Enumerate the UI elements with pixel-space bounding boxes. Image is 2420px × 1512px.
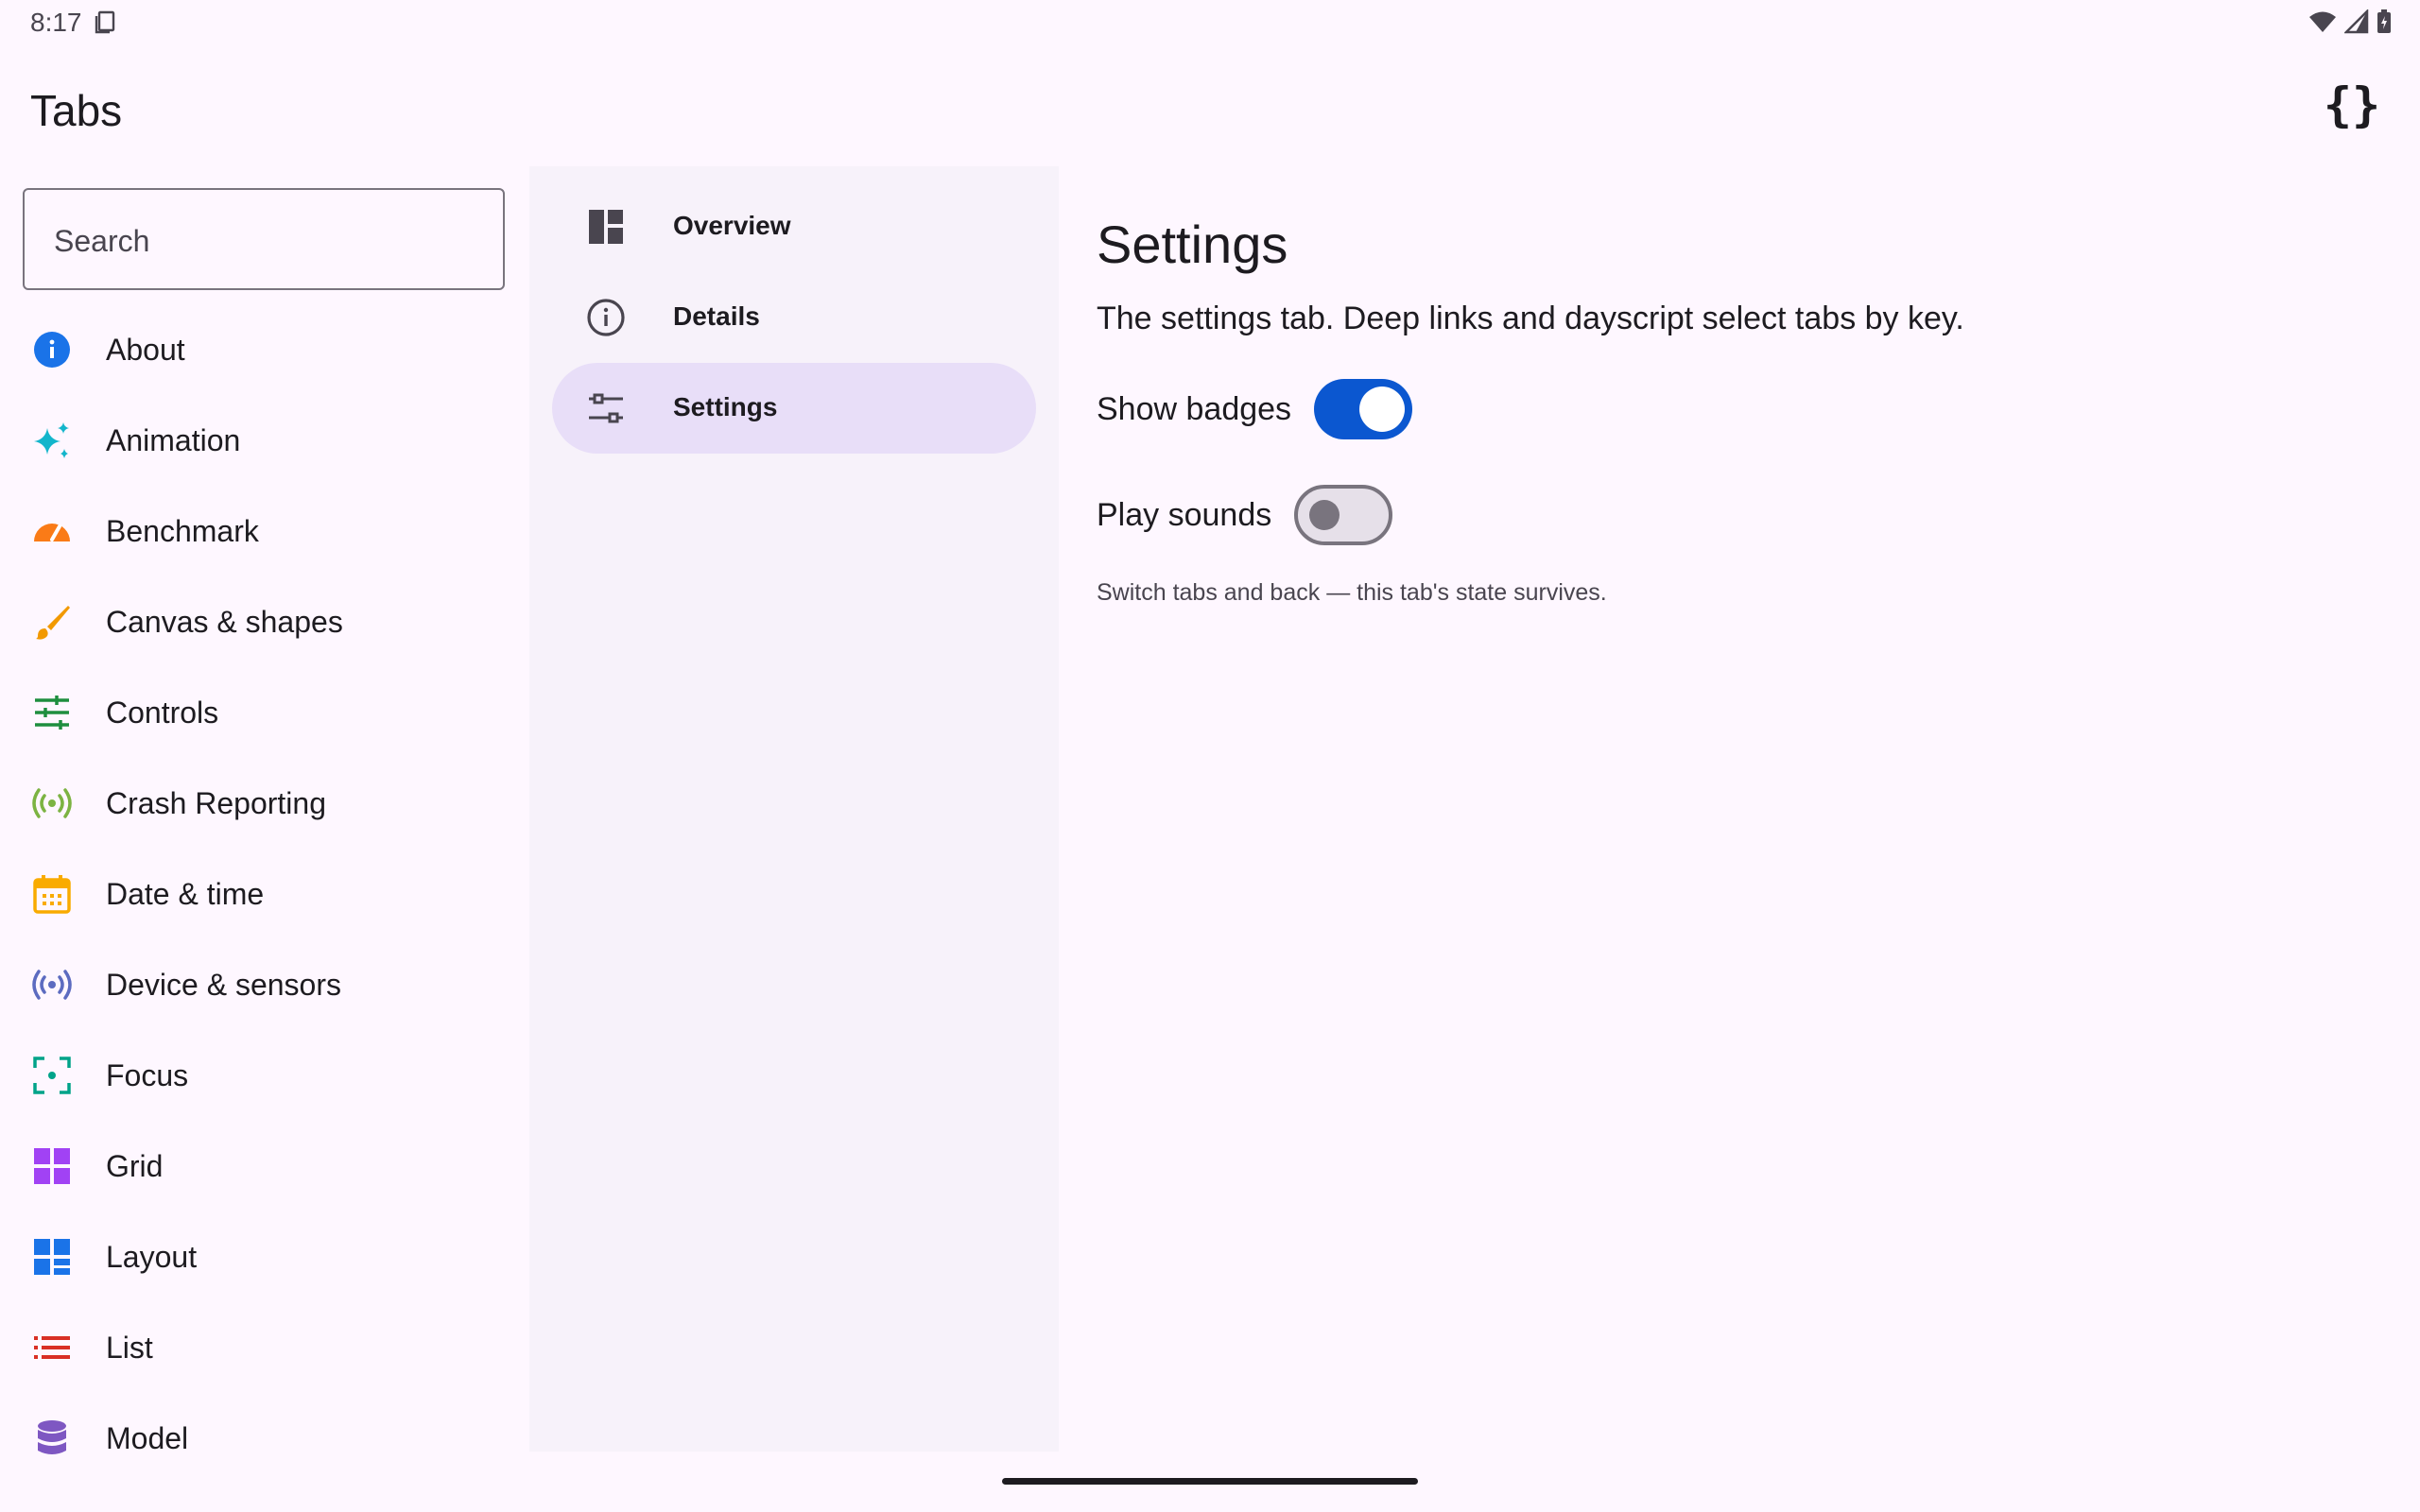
sidebar-item-canvas-shapes[interactable]: Canvas & shapes: [0, 576, 529, 667]
sidebar-item-animation[interactable]: Animation: [0, 395, 529, 486]
screenshot-icon: [93, 9, 117, 39]
tab-settings[interactable]: Settings: [552, 363, 1036, 454]
show-badges-label: Show badges: [1097, 390, 1292, 427]
app-title: Tabs: [30, 86, 123, 135]
sidebar-item-label: Device & sensors: [106, 967, 341, 1002]
sidebar-item-label: Crash Reporting: [106, 785, 326, 820]
sidebar-item-label: Layout: [106, 1239, 198, 1274]
play-sounds-row: Play sounds: [1097, 484, 1393, 546]
sidebar-item-label: Grid: [106, 1148, 164, 1183]
broadcast-icon: [32, 783, 72, 823]
sensors-icon: [32, 965, 72, 1005]
sidebar-item-list[interactable]: List: [0, 1302, 529, 1393]
search-placeholder: Search: [54, 224, 150, 258]
sidebar-item-label: Benchmark: [106, 513, 259, 548]
tab-details[interactable]: Details: [552, 272, 1036, 363]
page-description: The settings tab. Deep links and dayscri…: [1097, 301, 1964, 336]
app-bar: Tabs: [0, 57, 2420, 161]
switch-knob: [1309, 500, 1340, 530]
info-outline-icon: [586, 298, 626, 337]
sparkle-icon: [32, 421, 72, 460]
sidebar-item-label: Date & time: [106, 876, 265, 911]
search-input[interactable]: Search: [23, 188, 505, 290]
sliders-icon: [32, 693, 72, 732]
state-hint: Switch tabs and back — this tab's state …: [1097, 579, 1607, 606]
grid-icon: [32, 1146, 72, 1186]
sidebar-nav: About Animation Benchmark Canvas & shape…: [0, 304, 529, 1484]
sidebar-item-label: Animation: [106, 422, 241, 457]
tab-label: Settings: [673, 392, 778, 421]
list-icon: [32, 1328, 72, 1367]
sidebar-item-label: Canvas & shapes: [106, 604, 343, 639]
code-braces-icon[interactable]: {}: [2318, 76, 2386, 134]
cell-signal-icon: [2342, 8, 2369, 39]
status-bar: 8:17: [0, 0, 2420, 45]
status-icons: [2308, 8, 2392, 39]
sidebar-item-crash-reporting[interactable]: Crash Reporting: [0, 758, 529, 849]
show-badges-switch[interactable]: [1314, 379, 1413, 439]
tab-label: Overview: [673, 211, 791, 240]
show-badges-row: Show badges: [1097, 378, 1413, 440]
gesture-handle[interactable]: [1002, 1478, 1418, 1485]
info-icon: [32, 330, 72, 369]
sidebar-item-label: List: [106, 1330, 153, 1365]
dashboard-icon: [586, 207, 626, 247]
sidebar-item-label: Controls: [106, 695, 219, 730]
sidebar-item-date-time[interactable]: Date & time: [0, 849, 529, 939]
sidebar-item-about[interactable]: About: [0, 304, 529, 395]
battery-icon: [2377, 9, 2392, 39]
sidebar-item-grid[interactable]: Grid: [0, 1121, 529, 1211]
tab-label: Details: [673, 301, 760, 331]
database-icon: [32, 1418, 72, 1458]
sidebar-item-controls[interactable]: Controls: [0, 667, 529, 758]
status-time: 8:17: [30, 8, 82, 37]
focus-icon: [32, 1056, 72, 1095]
sidebar-item-label: About: [106, 332, 185, 367]
play-sounds-switch[interactable]: [1294, 485, 1393, 545]
play-sounds-label: Play sounds: [1097, 496, 1272, 533]
sidebar-item-focus[interactable]: Focus: [0, 1030, 529, 1121]
brush-icon: [32, 602, 72, 642]
sidebar-item-device-sensors[interactable]: Device & sensors: [0, 939, 529, 1030]
switch-knob: [1359, 387, 1406, 432]
calendar-icon: [32, 874, 72, 914]
sidebar-item-label: Model: [106, 1420, 189, 1455]
settings-sliders-icon: [586, 388, 626, 428]
tab-overview[interactable]: Overview: [552, 181, 1036, 272]
sidebar-item-layout[interactable]: Layout: [0, 1211, 529, 1302]
sidebar-item-label: Focus: [106, 1057, 189, 1092]
wifi-icon: [2308, 9, 2337, 39]
layout-icon: [32, 1237, 72, 1277]
speedometer-icon: [32, 511, 72, 551]
sidebar-item-benchmark[interactable]: Benchmark: [0, 486, 529, 576]
sidebar-item-model[interactable]: Model: [0, 1393, 529, 1484]
page-title: Settings: [1097, 215, 1288, 274]
tabs-pane: Overview Details Settings: [529, 166, 1059, 1452]
